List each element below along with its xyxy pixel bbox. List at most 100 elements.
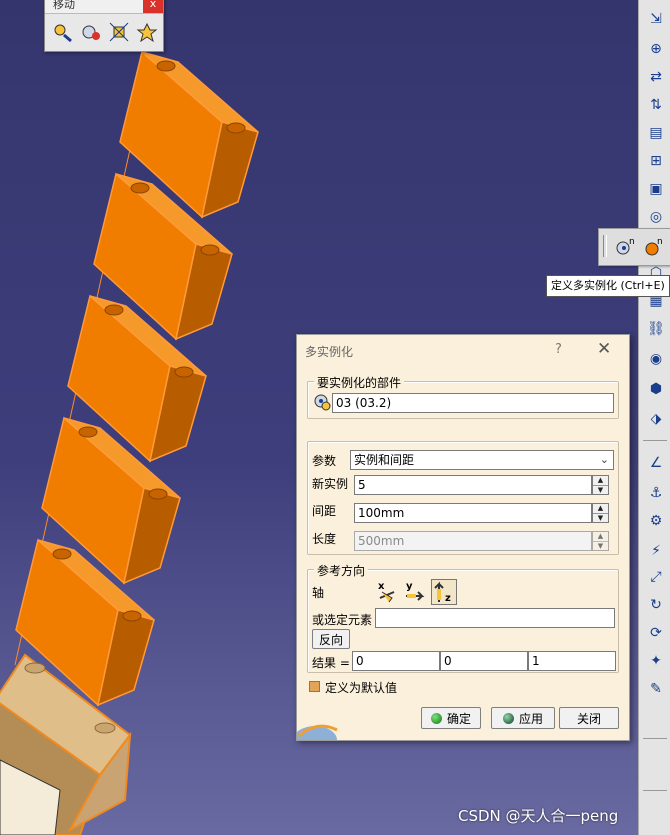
multi-instantiation-icon[interactable]: n	[613, 235, 637, 259]
manipulate-icon[interactable]	[51, 20, 75, 44]
ok-icon	[430, 712, 442, 724]
define-as-default-label: 定义为默认值	[325, 681, 398, 695]
multi-instantiation-dialog: 多实例化 ? ✕ 要实例化的部件 03 (03.2) 参数 实例和间距 ⌄ 新实…	[293, 334, 630, 754]
hole	[148, 488, 168, 500]
quick-constraint-icon[interactable]: ⚡	[645, 540, 667, 562]
ok-button[interactable]: 确定	[421, 707, 481, 729]
flexible-icon[interactable]: ⤢	[645, 566, 667, 588]
apply-icon	[502, 712, 514, 724]
move-toolbar: 移动 x	[44, 0, 164, 52]
right-toolbar: ⇲⊕⇄⇅▤⊞▣◎✱⬡▦⛓◉⬢⬗∠⚓⚙⚡⤢↻⟳✦✎	[638, 0, 670, 835]
close-icon[interactable]: ✕	[597, 339, 611, 359]
fix-together-icon[interactable]: ⚙	[645, 510, 667, 532]
offset-icon[interactable]: ⬗	[645, 408, 667, 430]
parameters-select[interactable]: 实例和间距 ⌄	[350, 450, 614, 470]
z-axis-button[interactable]: z	[431, 579, 457, 605]
spacing-input[interactable]: 100mm	[354, 503, 592, 523]
reverse-button-label: 反向	[318, 632, 343, 647]
svg-text:n: n	[657, 237, 663, 247]
apply-button[interactable]: 应用	[491, 707, 555, 729]
svg-text:z: z	[445, 593, 451, 604]
length-label: 长度	[312, 532, 337, 546]
svg-text:n: n	[629, 237, 635, 247]
contact-icon[interactable]: ⬢	[645, 378, 667, 400]
insert-component-icon[interactable]: ⇲	[645, 8, 667, 30]
annotation-icon[interactable]: ✎	[645, 678, 667, 700]
dialog-titlebar[interactable]: 多实例化 ? ✕	[297, 335, 629, 365]
watermark: CSDN @天人合一peng	[458, 807, 619, 825]
hole	[104, 304, 124, 316]
new-instances-input[interactable]: 5	[354, 475, 592, 495]
y-axis-button[interactable]: y	[403, 579, 429, 605]
generate-numbering-icon[interactable]: ⊞	[645, 150, 667, 172]
chevron-down-icon: ⌄	[599, 453, 609, 466]
result-x-field[interactable]: 0	[352, 651, 440, 671]
coincidence-icon[interactable]: ◉	[645, 348, 667, 370]
instance-boxes	[15, 50, 259, 707]
component-icon	[313, 393, 331, 411]
move-toolbar-titlebar[interactable]: 移动 x	[45, 0, 163, 14]
hole	[52, 548, 72, 560]
axis-buttons: x y z	[375, 579, 465, 605]
length-stepper: ▲ ▼	[592, 531, 609, 551]
constraints-icon[interactable]: ⛓	[645, 318, 667, 340]
angle-icon[interactable]: ∠	[645, 452, 667, 474]
close-button-label: 关闭	[576, 711, 601, 726]
close-icon[interactable]: x	[143, 0, 163, 13]
part-to-instantiate-field[interactable]: 03 (03.2)	[332, 393, 614, 413]
result-z-field[interactable]: 1	[528, 651, 616, 671]
toolbar-grip[interactable]	[603, 235, 607, 257]
reverse-button[interactable]: 反向	[312, 629, 350, 649]
reference-direction-legend: 参考方向	[314, 562, 369, 579]
new-instances-stepper[interactable]: ▲ ▼	[592, 475, 609, 495]
reference-direction-group: 参考方向 轴 x y z 或选定元素 反向 结果 = 0 0 1	[307, 562, 619, 673]
reorder-icon[interactable]: ⇅	[645, 94, 667, 116]
replace-icon[interactable]: ⇄	[645, 66, 667, 88]
or-select-element-input[interactable]	[375, 608, 615, 628]
parameters-group: 参数 实例和间距 ⌄ 新实例 5 ▲ ▼ 间距 100mm ▲ ▼ 长度 500mm…	[307, 441, 619, 555]
spacing-stepper[interactable]: ▲ ▼	[592, 503, 609, 523]
catia-logo	[293, 710, 345, 754]
hole	[78, 426, 98, 438]
hole	[122, 610, 142, 622]
parameters-select-value: 实例和间距	[354, 453, 415, 467]
or-select-element-label: 或选定元素	[312, 613, 373, 627]
hole	[174, 366, 194, 378]
spacing-label: 间距	[312, 504, 337, 518]
dialog-title: 多实例化	[305, 345, 354, 359]
define-as-default-checkbox[interactable]	[309, 681, 320, 692]
selective-load-icon[interactable]: ▣	[645, 178, 667, 200]
part-group: 要实例化的部件 03 (03.2)	[307, 374, 619, 419]
parameters-label: 参数	[312, 454, 337, 468]
multi-instantiation-popup-toolbar: n n	[598, 228, 670, 266]
result-y-field[interactable]: 0	[440, 651, 528, 671]
snap-icon[interactable]	[79, 20, 103, 44]
multi-instantiation-icon[interactable]: ◎	[645, 206, 667, 228]
tooltip: 定义多实例化 (Ctrl+E)	[546, 275, 670, 297]
update-icon[interactable]: ⟳	[645, 622, 667, 644]
insert-product-icon[interactable]: ⊕	[645, 38, 667, 60]
new-instances-label: 新实例	[312, 477, 349, 491]
change-constraint-icon[interactable]: ↻	[645, 594, 667, 616]
close-button[interactable]: 关闭	[559, 707, 619, 729]
toolbar-separator	[643, 440, 667, 441]
hole	[156, 60, 176, 72]
length-input: 500mm	[354, 531, 592, 551]
toolbar-separator	[643, 738, 667, 739]
help-icon[interactable]: ?	[555, 342, 562, 357]
x-axis-button[interactable]: x	[375, 579, 401, 605]
explode-icon[interactable]	[135, 20, 159, 44]
fix-icon[interactable]: ⚓	[645, 482, 667, 504]
smart-move-icon[interactable]	[107, 20, 131, 44]
graph-tree-icon[interactable]: ▤	[645, 122, 667, 144]
axis-label: 轴	[312, 586, 325, 600]
svg-text:y: y	[406, 581, 413, 592]
fast-multi-instantiation-icon[interactable]: n	[641, 235, 665, 259]
hole	[226, 122, 246, 134]
ok-button-label: 确定	[446, 711, 471, 726]
part-group-legend: 要实例化的部件	[314, 374, 405, 391]
svg-text:x: x	[378, 581, 385, 592]
hole	[200, 244, 220, 256]
sensor-icon[interactable]: ✦	[645, 650, 667, 672]
result-label: 结果 =	[312, 656, 350, 670]
